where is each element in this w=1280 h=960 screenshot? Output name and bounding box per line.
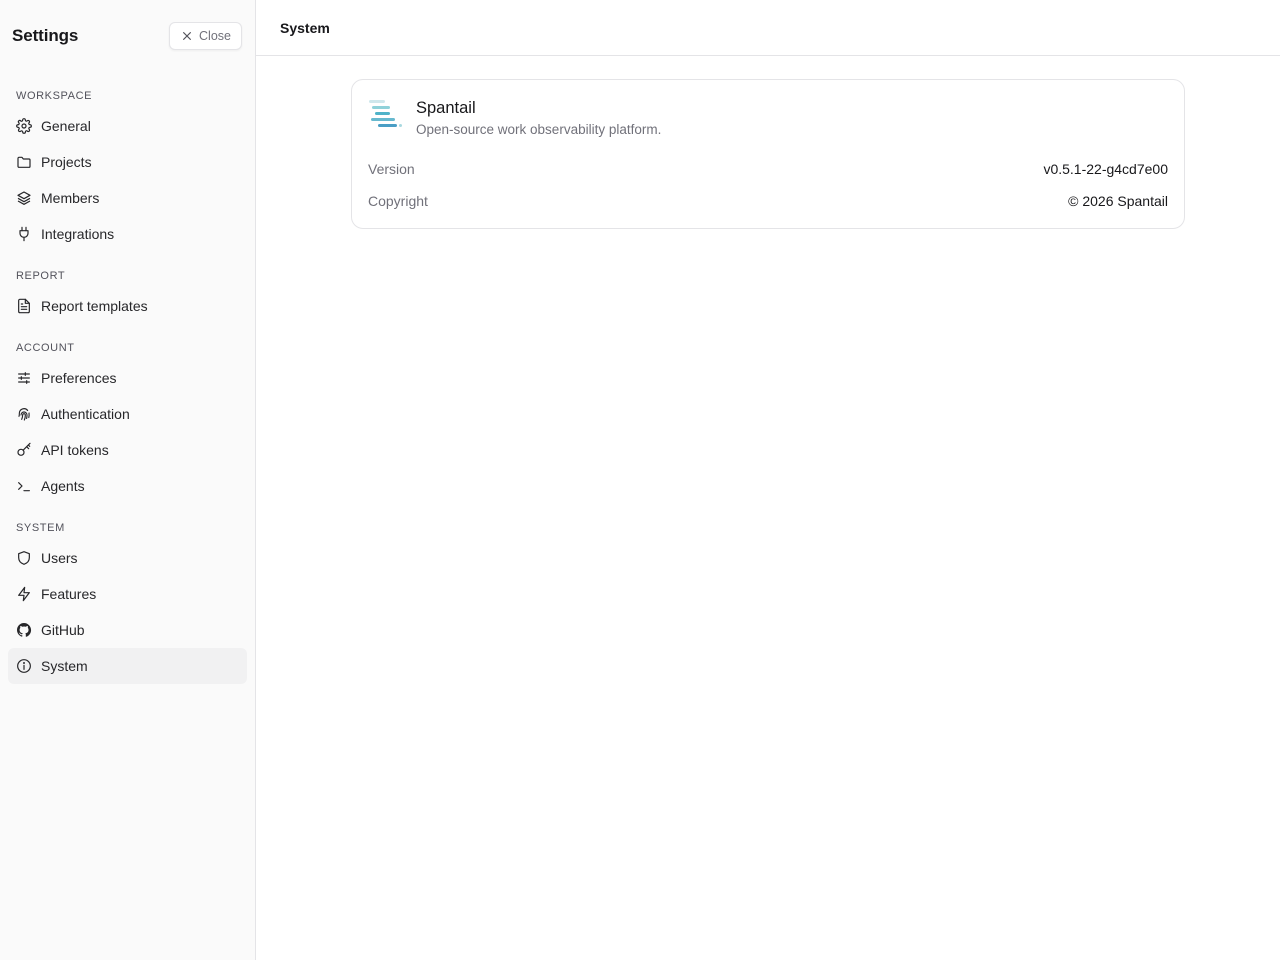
sidebar-item-github[interactable]: GitHub <box>8 612 247 648</box>
spantail-logo-icon <box>369 100 402 127</box>
sidebar-title: Settings <box>12 26 79 45</box>
page-title: System <box>280 19 330 36</box>
sidebar-item-api-tokens[interactable]: API tokens <box>8 432 247 468</box>
sidebar-item-agents[interactable]: Agents <box>8 468 247 504</box>
nav-group-system: SYSTEM Users Features GitHub System <box>0 516 255 684</box>
nav-group-label: SYSTEM <box>16 522 65 534</box>
copyright-row: Copyright © 2026 Spantail <box>368 185 1168 217</box>
app-name: Spantail <box>416 99 476 117</box>
settings-window: Settings Close WORKSPACE General Project… <box>0 0 1280 960</box>
sidebar-item-report-templates[interactable]: Report templates <box>8 288 247 324</box>
sidebar-header: Settings Close <box>0 0 255 72</box>
app-description: Open-source work observability platform. <box>416 122 662 137</box>
close-icon <box>183 32 192 40</box>
sidebar-item-label: Users <box>41 550 78 566</box>
layers-icon <box>17 191 31 205</box>
key-icon <box>17 442 31 456</box>
sliders-icon <box>18 372 30 384</box>
gear-icon <box>16 118 32 134</box>
nav-group-label: ACCOUNT <box>16 342 75 354</box>
sidebar-item-features[interactable]: Features <box>8 576 247 612</box>
app-text: Spantail Open-source work observability … <box>416 96 661 137</box>
nav-group-label: WORKSPACE <box>16 90 93 102</box>
sidebar-item-general[interactable]: General <box>8 108 247 144</box>
copyright-value: © 2026 Spantail <box>1068 193 1168 209</box>
version-row: Version v0.5.1-22-g4cd7e00 <box>368 153 1168 185</box>
sidebar-item-users[interactable]: Users <box>8 540 247 576</box>
fingerprint-icon <box>18 408 30 421</box>
sidebar-item-label: Authentication <box>41 406 130 422</box>
sidebar-item-members[interactable]: Members <box>8 180 247 216</box>
sidebar-item-label: Report templates <box>41 298 148 314</box>
shield-icon <box>18 551 30 565</box>
sidebar-item-label: Agents <box>41 478 85 494</box>
about-card: Spantail Open-source work observability … <box>351 79 1185 229</box>
sidebar-item-label: Projects <box>41 154 92 170</box>
sidebar-item-label: General <box>41 118 91 134</box>
version-value: v0.5.1-22-g4cd7e00 <box>1043 161 1168 177</box>
nav-group-workspace: WORKSPACE General Projects Members Integ… <box>0 84 255 252</box>
copyright-label: Copyright <box>368 193 428 209</box>
plug-icon <box>19 226 29 242</box>
sidebar-item-label: System <box>41 658 88 674</box>
github-icon <box>17 623 32 637</box>
sidebar-item-authentication[interactable]: Authentication <box>8 396 247 432</box>
version-label: Version <box>368 161 415 177</box>
app-info: Spantail Open-source work observability … <box>368 96 1168 137</box>
sidebar-item-label: API tokens <box>41 442 109 458</box>
nav-group-account: ACCOUNT Preferences Authentication API t… <box>0 336 255 504</box>
sidebar-item-projects[interactable]: Projects <box>8 144 247 180</box>
close-button[interactable]: Close <box>169 22 242 50</box>
settings-sidebar: Settings Close WORKSPACE General Project… <box>0 0 256 960</box>
nav-group-label: REPORT <box>16 270 66 282</box>
sidebar-item-preferences[interactable]: Preferences <box>8 360 247 396</box>
sidebar-item-system[interactable]: System <box>8 648 247 684</box>
nav-group-report: REPORT Report templates <box>0 264 255 324</box>
settings-main: System Spantail Open-source work observa… <box>256 0 1280 960</box>
sidebar-item-label: Members <box>41 190 100 206</box>
main-header: System <box>256 0 1280 56</box>
sidebar-item-label: Features <box>41 586 97 602</box>
sidebar-item-label: Preferences <box>41 370 117 386</box>
file-text-icon <box>18 298 30 314</box>
folder-icon <box>17 156 31 168</box>
close-button-label: Close <box>199 29 231 43</box>
sidebar-item-integrations[interactable]: Integrations <box>8 216 247 252</box>
sidebar-item-label: GitHub <box>41 622 85 638</box>
info-icon <box>17 659 31 673</box>
zap-icon <box>18 586 30 602</box>
terminal-icon <box>18 482 30 492</box>
sidebar-item-label: Integrations <box>41 226 115 242</box>
